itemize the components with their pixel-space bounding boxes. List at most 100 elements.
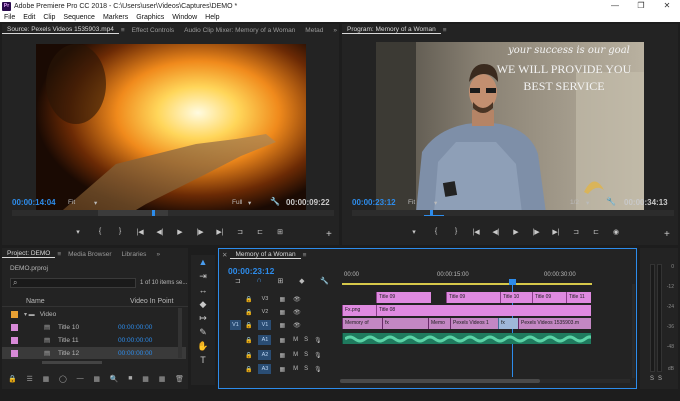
source-playhead[interactable]: [152, 210, 155, 216]
timeline-vertical-scrollbar[interactable]: [632, 284, 635, 378]
source-patch-v1[interactable]: V1: [230, 320, 241, 330]
track-target-v1[interactable]: V1: [258, 320, 272, 330]
project-search-input[interactable]: ⌕: [10, 278, 136, 288]
list-view-icon[interactable]: ☰: [27, 375, 33, 385]
lock-icon[interactable]: 🔒: [8, 375, 17, 385]
voiceover-mic-icon[interactable]: 🎙: [314, 337, 322, 344]
track-lock-icon[interactable]: 🔒: [245, 352, 252, 359]
source-menu-icon[interactable]: ≡: [119, 27, 127, 34]
insert-overwrite-icon[interactable]: ⊐: [235, 277, 241, 287]
icon-view-icon[interactable]: ▦: [43, 375, 50, 385]
project-item-inpoint[interactable]: 00:00:00:00: [118, 350, 152, 357]
menu-sequence[interactable]: Sequence: [59, 14, 99, 21]
menu-edit[interactable]: Edit: [19, 14, 39, 21]
snap-icon[interactable]: ∩: [257, 277, 262, 287]
source-patch[interactable]: [230, 335, 241, 345]
video-clip[interactable]: Memory of: [342, 318, 382, 329]
program-menu-icon[interactable]: ≡: [441, 27, 449, 34]
source-scrub-bar[interactable]: [12, 210, 334, 216]
mark-in-button[interactable]: {: [94, 228, 106, 235]
program-export-frame-button[interactable]: ◉: [610, 228, 622, 236]
voiceover-mic-icon[interactable]: 🎙: [314, 366, 322, 373]
label-color-swatch[interactable]: [11, 323, 18, 331]
meter-solo-right-button[interactable]: S: [658, 376, 662, 382]
insert-button[interactable]: ⊐: [234, 228, 246, 236]
ripple-edit-tool-icon[interactable]: ↔: [191, 285, 215, 299]
sync-lock-icon[interactable]: ▦: [279, 337, 285, 344]
close-window-button[interactable]: ✕: [654, 0, 680, 12]
project-row-title-11[interactable]: ▤ Title 11 00:00:00:00: [2, 334, 186, 346]
project-scrollbar[interactable]: [178, 308, 182, 358]
video-clip[interactable]: Pexels Videos 1: [450, 318, 498, 329]
track-lock-icon[interactable]: 🔒: [245, 309, 252, 316]
freeform-view-icon[interactable]: ◯: [59, 375, 67, 385]
work-area-bar[interactable]: [342, 283, 592, 285]
title-clip[interactable]: Title 11: [566, 292, 591, 303]
tab-effect-controls[interactable]: Effect Controls: [127, 27, 180, 34]
go-to-in-button[interactable]: |◀: [134, 228, 146, 236]
eye-icon[interactable]: 👁: [293, 296, 301, 303]
project-row-title-12[interactable]: ▤ Title 12 00:00:00:00: [2, 347, 186, 359]
title-clip[interactable]: Title 09: [532, 292, 566, 303]
title-clip[interactable]: Title 08: [376, 305, 591, 316]
sort-icons-icon[interactable]: ▦: [93, 375, 100, 385]
sync-lock-icon[interactable]: ▦: [279, 296, 285, 303]
project-more-tabs-icon[interactable]: »: [151, 251, 165, 258]
track-select-tool-icon[interactable]: ⇥: [191, 271, 215, 285]
restore-button[interactable]: ❐: [628, 0, 654, 12]
project-row-title-10[interactable]: ▤ Title 10 00:00:00:00: [2, 321, 186, 333]
program-step-back-button[interactable]: ◀|: [490, 228, 502, 236]
solo-button[interactable]: S: [304, 352, 308, 358]
program-settings-wrench-icon[interactable]: 🔧: [606, 197, 616, 206]
audio-clip[interactable]: [342, 333, 591, 344]
razor-tool-icon[interactable]: ◆: [191, 299, 215, 313]
timeline-settings-wrench-icon[interactable]: 🔧: [320, 277, 329, 287]
project-row-video-folder[interactable]: ▾ ▬ Video: [2, 308, 186, 320]
title-clip[interactable]: Title 10: [500, 292, 532, 303]
add-marker-button[interactable]: ▾: [72, 228, 84, 236]
solo-button[interactable]: S: [304, 337, 308, 343]
project-horizontal-scrollbar[interactable]: [42, 361, 102, 364]
tab-media-browser[interactable]: Media Browser: [63, 251, 116, 258]
tab-libraries[interactable]: Libraries: [117, 251, 152, 258]
project-item-inpoint[interactable]: 00:00:00:00: [118, 337, 152, 344]
timeline-scroll-thumb[interactable]: [340, 379, 540, 383]
mute-button[interactable]: M: [293, 352, 298, 358]
project-item-inpoint[interactable]: 00:00:00:00: [118, 324, 152, 331]
source-patch[interactable]: [230, 364, 241, 374]
label-color-swatch[interactable]: [11, 349, 18, 357]
pen-tool-icon[interactable]: ✎: [191, 327, 215, 341]
slip-tool-icon[interactable]: ↦: [191, 313, 215, 327]
tab-project[interactable]: Project: DEMO: [2, 250, 56, 258]
type-tool-icon[interactable]: T: [191, 355, 215, 369]
eye-icon[interactable]: 👁: [293, 309, 301, 316]
export-frame-button[interactable]: ⊞: [274, 228, 286, 236]
new-item-icon[interactable]: ▦: [142, 375, 149, 385]
tab-source[interactable]: Source: Pexels Videos 1535903.mp4: [2, 26, 119, 34]
project-menu-icon[interactable]: ≡: [55, 251, 63, 258]
source-patch[interactable]: [230, 294, 241, 304]
menu-graphics[interactable]: Graphics: [132, 14, 168, 21]
solo-button[interactable]: S: [304, 366, 308, 372]
program-button-editor-plus-icon[interactable]: +: [664, 229, 670, 240]
timeline-playhead-timecode[interactable]: 00:00:23:12: [228, 266, 274, 276]
menu-markers[interactable]: Markers: [99, 14, 132, 21]
track-lock-icon[interactable]: 🔒: [245, 322, 252, 329]
sync-lock-icon[interactable]: ▦: [279, 352, 285, 359]
sync-lock-icon[interactable]: ▦: [279, 322, 285, 329]
video-clip[interactable]: Memo: [428, 318, 450, 329]
source-resolution-select[interactable]: Full: [232, 199, 242, 206]
image-clip[interactable]: Fx.png: [342, 305, 376, 316]
column-inpoint-header[interactable]: Video In Point: [130, 298, 173, 305]
minimize-button[interactable]: —: [602, 0, 628, 12]
folder-icon[interactable]: ▾ ▬: [24, 311, 35, 318]
video-clip[interactable]: Pexels Videos 1535903.m: [518, 318, 591, 329]
track-lock-icon[interactable]: 🔒: [245, 337, 252, 344]
video-clip-fx-badge[interactable]: fx: [382, 318, 428, 329]
program-play-button[interactable]: ▶: [510, 228, 522, 236]
menu-window[interactable]: Window: [168, 14, 201, 21]
time-ruler[interactable]: 00:00 00:00:15:00 00:00:30:00: [342, 267, 632, 289]
overwrite-button[interactable]: ⊏: [254, 228, 266, 236]
track-lock-icon[interactable]: 🔒: [245, 296, 252, 303]
source-zoom-select[interactable]: Fit: [68, 199, 75, 206]
